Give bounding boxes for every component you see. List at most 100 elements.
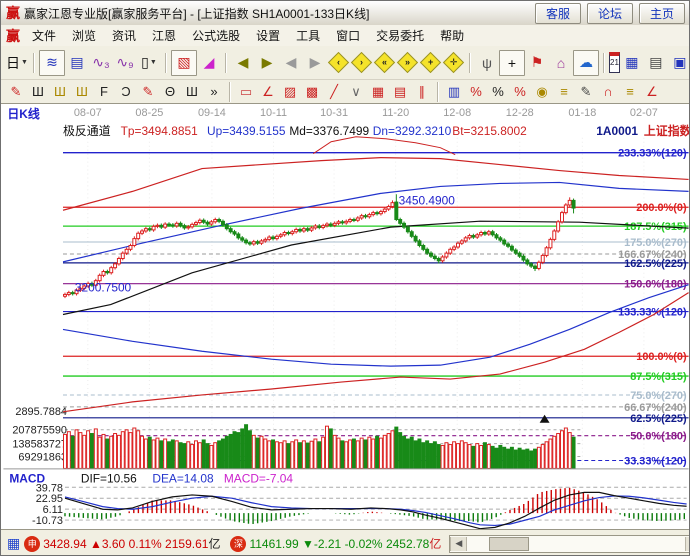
red-grid-icon[interactable]: ▦ — [367, 82, 389, 102]
sz-index-value: 11461.99 — [249, 537, 298, 551]
candle-body — [272, 237, 275, 239]
chart-area[interactable]: 08-0708-2509-1410-1110-3111-2012-0812-28… — [1, 104, 690, 529]
trend-lines-icon[interactable]: ≋ — [39, 50, 65, 76]
home-button[interactable]: 主页 — [639, 3, 685, 24]
volume-scale-label: 69291863 — [18, 451, 67, 463]
calendar-grid-icon[interactable]: ▦ — [7, 535, 20, 552]
box-ruler-icon[interactable]: ▭ — [235, 82, 257, 102]
hand-drag-icon[interactable]: ψ — [475, 51, 499, 75]
candle-body — [187, 227, 190, 228]
slash-lines-icon[interactable]: ╱ — [323, 82, 345, 102]
date-tick: 02-07 — [630, 107, 658, 119]
more-tools-icon[interactable]: » — [203, 82, 225, 102]
kline-chart-svg[interactable]: 08-0708-2509-1410-1110-3111-2012-0812-28… — [1, 104, 690, 529]
candle-body — [283, 233, 286, 235]
volume-bar — [264, 439, 267, 468]
page-back-icon[interactable]: ◀ — [279, 51, 303, 75]
draw-pen-icon[interactable]: ✎ — [5, 82, 27, 102]
candle-body — [491, 232, 494, 235]
red-grid2-icon[interactable]: ▤ — [389, 82, 411, 102]
gold-comb2-icon[interactable]: Ш — [71, 82, 93, 102]
info-doc-icon[interactable]: ▤ — [65, 51, 89, 75]
color-fan-icon[interactable]: ◢ — [197, 51, 221, 75]
f-comb-icon[interactable]: F — [93, 82, 115, 102]
hatch-box2-icon[interactable]: ▩ — [301, 82, 323, 102]
diamond-fast-prev-icon[interactable]: « — [374, 52, 395, 73]
menu-item-3[interactable]: 江恩 — [144, 25, 184, 46]
notepad-icon[interactable]: ▤ — [644, 51, 668, 75]
forum-button[interactable]: 论坛 — [587, 3, 633, 24]
volume-bar — [441, 445, 444, 468]
v-shape-icon[interactable]: ∨ — [345, 82, 367, 102]
volume-bar — [229, 434, 232, 468]
indicator-md-value: Md=3376.7499 — [289, 124, 369, 138]
scroll-left-icon[interactable]: ◀ — [450, 537, 467, 551]
gold-comb-icon[interactable]: Ш — [49, 82, 71, 102]
candle-body — [426, 249, 429, 253]
horizontal-scrollbar[interactable]: ◀ ▶ — [449, 535, 690, 553]
blue-bars-icon[interactable]: ▥ — [443, 82, 465, 102]
percent-lines-icon[interactable]: % — [509, 82, 531, 102]
diamond-next-icon[interactable]: › — [351, 52, 372, 73]
gold-lines-icon[interactable]: ≡ — [553, 82, 575, 102]
sh-index-quote[interactable]: 3428.94 ▲3.60 0.11% 2159.61亿 — [43, 535, 220, 552]
menu-item-2[interactable]: 资讯 — [104, 25, 144, 46]
scroll-right-icon[interactable]: ▶ — [685, 537, 690, 551]
fan-lines-icon[interactable]: ∠ — [257, 82, 279, 102]
date-tick: 08-25 — [135, 107, 163, 119]
comb-plain-icon[interactable]: Ш — [181, 82, 203, 102]
candle-style-icon[interactable]: ▯▼ — [137, 51, 161, 75]
parallel-lines-icon[interactable]: ∥ — [411, 82, 433, 102]
pen-comb-icon[interactable]: ✎ — [137, 82, 159, 102]
time-window-icon[interactable]: Θ — [159, 82, 181, 102]
diamond-expand-icon[interactable]: ✛ — [443, 52, 464, 73]
scrollbar-thumb[interactable] — [489, 537, 529, 551]
kline-period-icon[interactable]: 日▼ — [5, 51, 29, 75]
volume-bar — [518, 448, 521, 468]
service-button[interactable]: 客服 — [535, 3, 581, 24]
volume-bar — [545, 442, 548, 469]
pen-bars-icon[interactable]: ✎ — [575, 82, 597, 102]
volume-bar — [302, 441, 305, 469]
minute3-chart-icon[interactable]: ∿₃ — [89, 51, 113, 75]
spiral-comb-icon[interactable]: Ɔ — [115, 82, 137, 102]
brain-map-icon[interactable]: ☁ — [573, 50, 599, 76]
menu-item-0[interactable]: 文件 — [24, 25, 64, 46]
calendar-21-icon[interactable]: 21 — [609, 52, 620, 73]
arc-tool-icon[interactable]: ∩ — [597, 82, 619, 102]
menu-item-7[interactable]: 窗口 — [328, 25, 368, 46]
angle-tool-icon[interactable]: ∠ — [641, 82, 663, 102]
save-floppy-icon[interactable]: ▣ — [668, 51, 690, 75]
minute9-chart-icon[interactable]: ∿₉ — [113, 51, 137, 75]
menu-item-5[interactable]: 设置 — [248, 25, 288, 46]
candle-body — [495, 235, 498, 238]
flag-mark-icon[interactable]: ⚑ — [525, 51, 549, 75]
volume-bar — [245, 425, 248, 469]
calculator-icon[interactable]: ▦ — [620, 51, 644, 75]
volume-scale-label: 2895.7884 — [15, 406, 67, 418]
menu-item-6[interactable]: 工具 — [288, 25, 328, 46]
percent-icon[interactable]: % — [487, 82, 509, 102]
diamond-fast-next-icon[interactable]: » — [397, 52, 418, 73]
pattern-icon[interactable]: ▧ — [171, 50, 197, 76]
menu-item-1[interactable]: 浏览 — [64, 25, 104, 46]
menu-item-4[interactable]: 公式选股 — [184, 25, 248, 46]
gann-comb-icon[interactable]: Ш — [27, 82, 49, 102]
gold-lines2-icon[interactable]: ≡ — [619, 82, 641, 102]
macd-dea-value: DEA=14.08 — [152, 471, 214, 485]
first-page-icon[interactable]: ◀ — [231, 51, 255, 75]
page-forward-icon[interactable]: ▶ — [303, 51, 327, 75]
diamond-prev-icon[interactable]: ‹ — [328, 52, 349, 73]
diamond-compress-icon[interactable]: + — [420, 52, 441, 73]
percent-wave-icon[interactable]: % — [465, 82, 487, 102]
hat-tool-icon[interactable]: ⌂ — [549, 51, 573, 75]
crosshair-icon[interactable]: + — [499, 50, 525, 76]
last-page-icon[interactable]: ▶ — [255, 51, 279, 75]
volume-bar — [437, 445, 440, 469]
menu-item-9[interactable]: 帮助 — [432, 25, 472, 46]
hatch-box-icon[interactable]: ▨ — [279, 82, 301, 102]
sz-index-quote[interactable]: 11461.99 ▼-2.21 -0.02% 2452.78亿 — [249, 535, 441, 552]
candle-body — [125, 249, 128, 253]
gold-circle-icon[interactable]: ◉ — [531, 82, 553, 102]
menu-item-8[interactable]: 交易委托 — [368, 25, 432, 46]
